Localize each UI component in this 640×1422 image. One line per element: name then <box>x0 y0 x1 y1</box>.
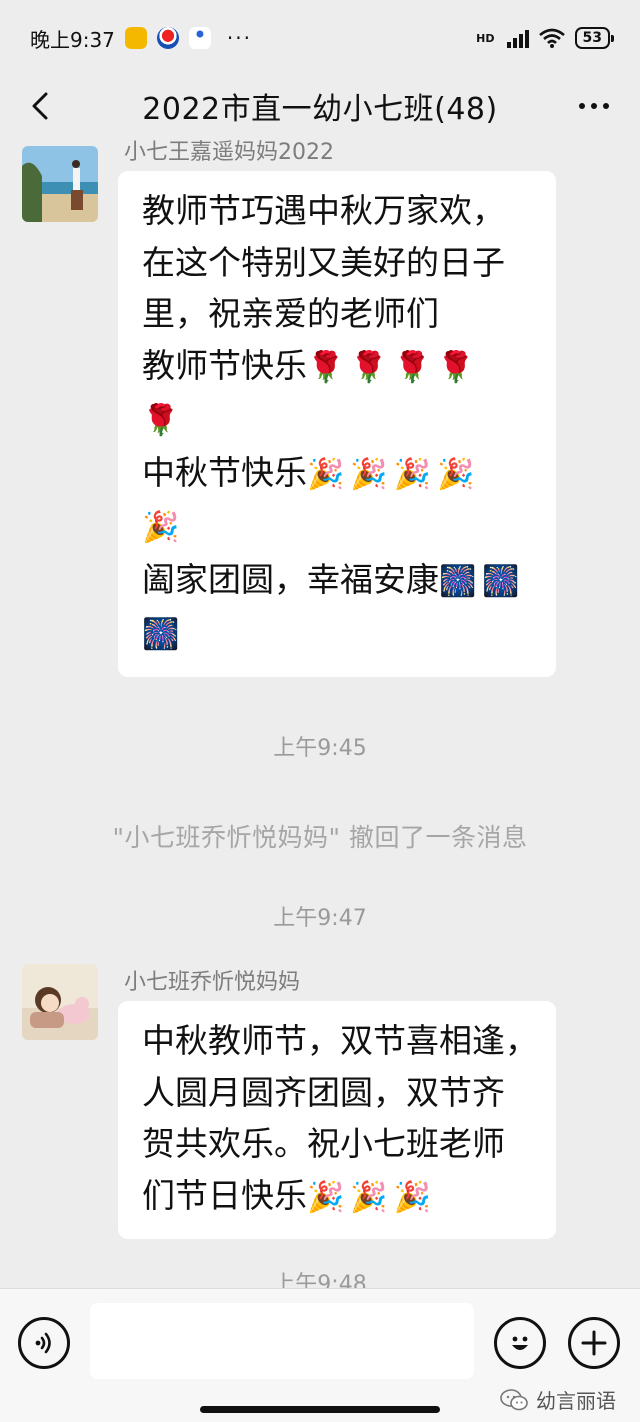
message-text: 人圆月圆齐团圆，双节齐 <box>142 1072 505 1112</box>
message-text: 中秋节快乐 <box>142 452 307 492</box>
input-bar: 幼言丽语 <box>0 1288 640 1422</box>
message-line: 人圆月圆齐团圆，双节齐 <box>142 1067 532 1119</box>
message-text: 教师节快乐 <box>142 345 307 385</box>
message-line: 里，祝亲爱的老师们 <box>142 288 532 340</box>
sender-name: 小七王嘉遥妈妈2022 <box>124 140 334 165</box>
rose-emoji: 🌹 <box>142 403 186 438</box>
fireworks-emoji: 🎆 <box>142 617 186 652</box>
message-line: 中秋节快乐🎉🎉🎉🎉 <box>142 447 532 501</box>
beach-avatar-image <box>22 146 98 222</box>
message-line: 🎉 <box>142 500 532 554</box>
message-bubble[interactable]: 中秋教师节，双节喜相逢， 人圆月圆齐团圆，双节齐 贺共欢乐。祝小七班老师 们节日… <box>118 1001 556 1239</box>
emoji-button[interactable] <box>494 1317 546 1369</box>
voice-button[interactable] <box>18 1317 70 1369</box>
message-line: 阖家团圆，幸福安康🎆🎆 <box>142 554 532 608</box>
sender-name: 小七班乔忻悦妈妈 <box>124 970 301 995</box>
chat-title: 2022市直一幼小七班(48) <box>142 92 498 127</box>
weibo-app-icon <box>124 27 147 49</box>
timestamp: 上午9:47 <box>273 906 367 931</box>
message-text: 阖家团圆，幸福安康 <box>142 559 439 599</box>
pepsi-app-icon <box>156 27 179 49</box>
message-line: 教师节快乐🌹🌹🌹🌹 <box>142 340 532 394</box>
battery-indicator: 53 <box>574 27 615 49</box>
party-popper-emoji: 🎉🎉🎉 <box>307 1179 438 1215</box>
plus-icon <box>581 1330 607 1356</box>
message-line: 🌹 <box>142 393 532 447</box>
recall-notice: "小七班乔忻悦妈妈" 撤回了一条消息 <box>112 823 528 852</box>
message-text: 里，祝亲爱的老师们 <box>142 294 439 333</box>
baidu-paw-icon <box>188 21 211 49</box>
message-line: 们节日快乐🎉🎉🎉 <box>142 1170 532 1224</box>
cartoon-avatar-image <box>22 964 98 1040</box>
back-button[interactable] <box>22 86 62 126</box>
chat-area[interactable]: 小七王嘉遥妈妈2022 教师节巧遇中秋万家欢， 在这个特别又美好的日子 里，祝亲… <box>0 136 640 1288</box>
network-type: HD <box>476 31 495 45</box>
more-button[interactable] <box>574 86 614 126</box>
message-text: 教师节巧遇中秋万家欢， <box>142 191 505 230</box>
plus-button[interactable] <box>568 1317 620 1369</box>
more-dot <box>603 103 609 109</box>
emoji-icon <box>512 1336 528 1350</box>
signal-icon <box>506 28 529 48</box>
wechat-official-account-icon <box>500 1388 528 1410</box>
watermark: 幼言丽语 <box>500 1385 616 1414</box>
message-bubble[interactable]: 教师节巧遇中秋万家欢， 在这个特别又美好的日子 里，祝亲爱的老师们 教师节快乐🌹… <box>118 171 556 677</box>
message-text: 在这个特别又美好的日子 <box>142 242 505 282</box>
timestamp: 上午9:48 <box>273 1272 367 1288</box>
more-dots-icon <box>579 103 585 109</box>
avatar[interactable] <box>22 146 98 222</box>
status-bar: 晚上9:37 ··· HD 53 <box>0 0 640 76</box>
message-line: 在这个特别又美好的日子 <box>142 237 532 289</box>
status-right: HD 53 <box>476 27 615 49</box>
message-line: 中秋教师节，双节喜相逢， <box>142 1015 538 1067</box>
timestamp: 上午9:45 <box>273 736 367 761</box>
message-text: 们节日快乐 <box>142 1175 307 1215</box>
rose-emoji: 🌹🌹🌹🌹 <box>307 349 481 385</box>
status-left: 晚上9:37 ··· <box>30 21 252 53</box>
message-line: 🎆 <box>142 607 532 661</box>
message-line: 教师节巧遇中秋万家欢， <box>142 185 532 237</box>
fireworks-emoji: 🎆🎆 <box>439 563 526 599</box>
more-dot <box>591 103 597 109</box>
avatar[interactable] <box>22 964 98 1040</box>
party-popper-emoji: 🎉🎉🎉🎉 <box>307 456 481 492</box>
voice-icon <box>35 1332 51 1354</box>
party-popper-emoji: 🎉 <box>142 510 186 545</box>
watermark-text: 幼言丽语 <box>536 1389 616 1413</box>
message-text: 贺共欢乐。祝小七班老师 <box>142 1124 505 1163</box>
message-input[interactable] <box>90 1303 474 1379</box>
message-line: 贺共欢乐。祝小七班老师 <box>142 1118 532 1170</box>
chat-header: 2022市直一幼小七班(48) <box>0 76 640 136</box>
status-time: 晚上9:37 <box>30 27 115 52</box>
wifi-icon <box>538 28 565 48</box>
notification-overflow: ··· <box>226 26 252 50</box>
chevron-left-icon <box>32 92 48 120</box>
message-text: 中秋教师节，双节喜相逢， <box>142 1021 538 1060</box>
home-indicator[interactable] <box>200 1406 440 1413</box>
